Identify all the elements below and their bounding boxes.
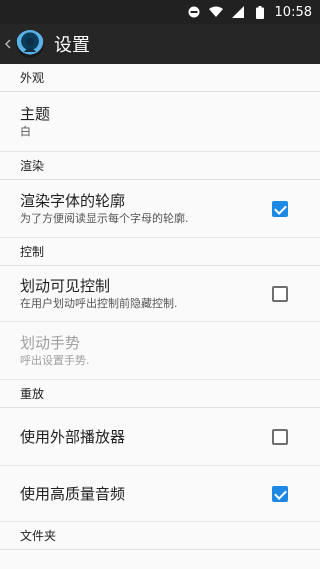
section-header-render: 渲染 (0, 152, 320, 180)
setting-title: 使用高质量音频 (20, 484, 126, 503)
section-header-appearance: 外观 (0, 64, 320, 92)
external-player-setting[interactable]: 使用外部播放器 (0, 408, 320, 466)
signal-icon (231, 5, 245, 19)
setting-summary: 在用户划动呼出控制前隐藏控制. (20, 296, 178, 310)
hq-audio-checkbox[interactable] (272, 485, 288, 502)
outline-setting[interactable]: 渲染字体的轮廓 为了方便阅读显示每个字母的轮廓. (0, 180, 320, 238)
setting-value: 白 (20, 124, 31, 138)
page-title: 设置 (54, 35, 90, 56)
section-header-control: 控制 (0, 238, 320, 266)
section-header-playback: 重放 (0, 380, 320, 408)
chevron-left-icon[interactable] (2, 39, 14, 49)
setting-summary: 呼出设置手势. (20, 353, 90, 367)
status-bar: 10:58 (0, 0, 320, 24)
settings-list: 外观 主题 白 渲染 渲染字体的轮廓 为了方便阅读显示每个字母的轮廓. 控制 划… (0, 64, 320, 569)
setting-title: 渲染字体的轮廓 (20, 191, 126, 210)
app-bar: 设置 (0, 24, 320, 64)
app-logo-icon[interactable] (16, 30, 44, 58)
setting-summary: 为了方便阅读显示每个字母的轮廓. (20, 211, 189, 225)
status-time: 10:58 (274, 4, 312, 20)
setting-title: 主题 (20, 104, 51, 123)
external-player-checkbox[interactable] (272, 428, 288, 445)
do-not-disturb-icon (187, 5, 201, 19)
wifi-icon (208, 5, 223, 19)
setting-title: 使用外部播放器 (20, 427, 126, 446)
battery-icon (253, 5, 267, 19)
setting-title: 划动可见控制 (20, 276, 111, 295)
hq-audio-setting[interactable]: 使用高质量音频 (0, 466, 320, 522)
outline-checkbox[interactable] (272, 200, 288, 217)
theme-setting[interactable]: 主题 白 (0, 92, 320, 152)
swipe-gesture-setting: 划动手势 呼出设置手势. (0, 322, 320, 380)
setting-title: 划动手势 (20, 333, 81, 352)
section-header-folder: 文件夹 (0, 522, 320, 550)
swipe-visible-setting[interactable]: 划动可见控制 在用户划动呼出控制前隐藏控制. (0, 266, 320, 322)
swipe-visible-checkbox[interactable] (272, 285, 288, 302)
